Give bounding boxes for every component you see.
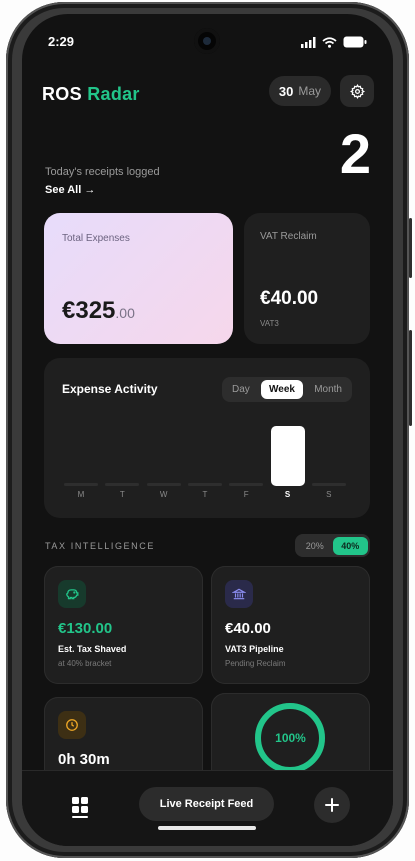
progress-ring-label: 100% <box>275 731 306 745</box>
brand-name: ROS <box>42 84 82 104</box>
tab-month[interactable]: Month <box>306 380 350 399</box>
activity-day-label: T <box>202 490 208 499</box>
activity-bar <box>146 483 181 486</box>
clock-icon <box>66 719 78 731</box>
total-expenses-card[interactable]: Total Expenses €325.00 <box>44 213 233 344</box>
status-time: 2:29 <box>48 34 75 49</box>
tax-shaved-value: €130.00 <box>58 620 113 637</box>
vat3-pipeline-note: Pending Reclaim <box>225 659 286 668</box>
activity-day-label: S <box>284 490 291 499</box>
brand-accent: Radar <box>87 84 140 104</box>
activity-bar <box>105 483 140 486</box>
receipts-logged-label: Today's receipts logged <box>45 166 160 178</box>
tab-day[interactable]: Day <box>224 380 258 399</box>
activity-bar <box>187 483 222 486</box>
expense-activity-card: Expense Activity Day Week Month M T W T F S S <box>44 358 370 518</box>
expense-activity-title: Expense Activity <box>62 382 158 396</box>
date-picker-button[interactable]: 30 May <box>269 76 331 106</box>
time-saved-value: 0h 30m <box>58 751 110 768</box>
tax-intelligence-title: TAX INTELLIGENCE <box>45 541 155 551</box>
activity-bar-slot: T <box>187 426 222 499</box>
vat3-pipeline-value: €40.00 <box>225 620 271 637</box>
vat3-icon-badge <box>225 580 253 608</box>
activity-bar-slot: S <box>270 426 305 499</box>
total-expenses-cents: .00 <box>115 305 135 321</box>
status-icons <box>301 36 367 48</box>
total-expenses-main: €325 <box>62 297 116 324</box>
total-expenses-label: Total Expenses <box>62 233 130 244</box>
settings-button[interactable] <box>340 75 374 107</box>
add-receipt-button[interactable] <box>314 787 350 823</box>
vat-reclaim-amount: €40.00 <box>260 288 319 309</box>
home-indicator[interactable] <box>158 826 256 830</box>
activity-bar <box>311 483 346 486</box>
activity-day-label: M <box>77 490 85 499</box>
vat-reclaim-label: VAT Reclaim <box>260 231 317 242</box>
receipts-count: 2 <box>339 122 371 185</box>
tax-bracket-toggle: 20% 40% <box>295 534 370 557</box>
tax-shaved-icon-badge <box>58 580 86 608</box>
front-camera <box>194 28 220 54</box>
activity-bar-slot: T <box>105 426 140 499</box>
activity-bar <box>270 426 305 486</box>
date-day: 30 <box>278 83 294 99</box>
activity-bar-slot: F <box>229 426 264 499</box>
battery-icon <box>343 36 367 48</box>
activity-day-label: S <box>326 490 332 499</box>
activity-bar-slot: S <box>311 426 346 499</box>
app-brand: ROS Radar <box>42 84 140 105</box>
tax-shaved-name: Est. Tax Shaved <box>58 644 127 654</box>
activity-bar-chart: MTWTFSS <box>64 418 350 499</box>
activity-bar <box>64 483 98 486</box>
vat-reclaim-card[interactable]: VAT Reclaim €40.00 VAT3 <box>244 213 370 344</box>
wifi-icon <box>322 36 337 48</box>
vat3-pipeline-card[interactable]: €40.00 VAT3 Pipeline Pending Reclaim <box>211 566 370 684</box>
period-segmented-control: Day Week Month <box>222 377 352 402</box>
phone-side-button <box>409 218 412 278</box>
grid-icon <box>72 797 88 818</box>
piggy-bank-icon <box>66 589 79 600</box>
tax-shaved-card[interactable]: €130.00 Est. Tax Shaved at 40% bracket <box>44 566 203 684</box>
tab-week[interactable]: Week <box>261 380 303 399</box>
vat-reclaim-sub: VAT3 <box>260 319 279 328</box>
activity-bar-slot: W <box>146 426 181 499</box>
activity-bar <box>229 483 264 486</box>
signal-icon <box>301 36 316 48</box>
status-bar: 2:29 <box>22 28 393 54</box>
see-all-link[interactable]: See All → <box>45 184 95 196</box>
dashboard-nav-button[interactable] <box>70 795 90 819</box>
activity-day-label: F <box>243 490 249 499</box>
activity-day-label: T <box>119 490 125 499</box>
app-screen: 2:29 ROS Radar 30 May Today's receipts l… <box>22 14 393 846</box>
activity-day-label: W <box>159 490 168 499</box>
bank-icon <box>232 588 246 600</box>
activity-bar-slot: M <box>64 426 98 499</box>
vat3-pipeline-name: VAT3 Pipeline <box>225 644 284 654</box>
gear-icon <box>349 83 365 99</box>
time-icon-badge <box>58 711 86 739</box>
bracket-20-option[interactable]: 20% <box>297 537 333 555</box>
date-month: May <box>298 84 322 98</box>
total-expenses-amount: €325.00 <box>62 297 135 325</box>
bracket-40-option[interactable]: 40% <box>332 536 368 555</box>
plus-icon <box>325 798 339 812</box>
live-receipt-feed-button[interactable]: Live Receipt Feed <box>139 787 274 821</box>
tax-shaved-note: at 40% bracket <box>58 659 112 668</box>
phone-side-button <box>409 330 412 426</box>
bottom-nav: Live Receipt Feed <box>22 770 393 846</box>
